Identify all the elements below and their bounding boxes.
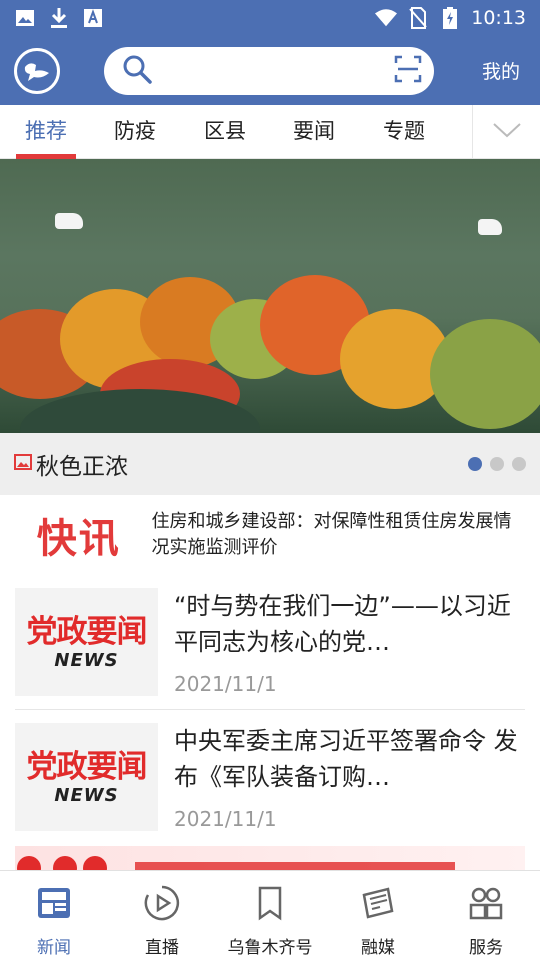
battery-charging-icon bbox=[439, 7, 461, 29]
tab-headlines[interactable]: 要闻 bbox=[284, 105, 344, 159]
news-body: 中央军委主席习近平签署命令 发布《军队装备订购… 2021/11/1 bbox=[174, 723, 524, 831]
nav-services[interactable]: 服务 bbox=[432, 871, 540, 960]
banner-caption-bar[interactable]: 秋色正浓 bbox=[0, 433, 540, 495]
divider bbox=[15, 709, 525, 710]
nav-label: 新闻 bbox=[37, 938, 71, 958]
clock: 10:13 bbox=[471, 7, 526, 29]
nav-label: 乌鲁木齐号 bbox=[227, 938, 313, 958]
list-item[interactable]: 党政要闻 NEWS “时与势在我们一边”——以习近平同志为核心的党… 2021/… bbox=[15, 588, 525, 710]
news-thumbnail: 党政要闻 NEWS bbox=[15, 723, 158, 831]
tab-recommend[interactable]: 推荐 bbox=[16, 105, 76, 159]
image-icon bbox=[14, 7, 36, 29]
thumbnail-sub: NEWS bbox=[54, 784, 119, 806]
tab-districts[interactable]: 区县 bbox=[195, 105, 255, 159]
thumbnail-sub: NEWS bbox=[54, 649, 119, 671]
newspaper-icon bbox=[36, 885, 72, 925]
nav-news[interactable]: 新闻 bbox=[0, 871, 108, 960]
app-header: 我的 bbox=[0, 36, 540, 105]
news-body: “时与势在我们一边”——以习近平同志为核心的党… 2021/11/1 bbox=[174, 588, 524, 696]
tab-topics[interactable]: 专题 bbox=[374, 105, 434, 159]
font-a-icon bbox=[82, 7, 104, 29]
scan-icon[interactable] bbox=[394, 55, 422, 87]
status-bar: 10:13 bbox=[0, 0, 540, 36]
app-logo-icon[interactable] bbox=[14, 47, 60, 94]
news-title[interactable]: 中央军委主席习近平签署命令 发布《军队装备订购… bbox=[174, 723, 524, 795]
people-icon bbox=[468, 885, 504, 925]
bottom-navigation: 新闻 直播 乌鲁木齐号 融媒 服务 bbox=[0, 870, 540, 960]
boat-shape bbox=[478, 219, 502, 235]
news-title[interactable]: “时与势在我们一边”——以习近平同志为核心的党… bbox=[174, 588, 524, 660]
no-sim-icon bbox=[407, 7, 429, 29]
thumbnail-title: 党政要闻 bbox=[26, 613, 148, 650]
flash-tag: 快讯 bbox=[36, 516, 121, 562]
carousel-dot[interactable] bbox=[512, 457, 526, 471]
nav-label: 服务 bbox=[469, 938, 503, 958]
thumbnail-title: 党政要闻 bbox=[26, 748, 148, 785]
download-icon bbox=[48, 7, 70, 29]
tree-shape bbox=[430, 319, 540, 429]
list-item[interactable]: 党政要闻 NEWS 中央军委主席习近平签署命令 发布《军队装备订购… 2021/… bbox=[15, 723, 525, 845]
search-bar[interactable] bbox=[104, 46, 434, 95]
nav-media[interactable]: 融媒 bbox=[324, 871, 432, 960]
bookmark-icon bbox=[252, 885, 288, 925]
wifi-icon bbox=[375, 7, 398, 29]
flash-headline[interactable]: 住房和城乡建设部：对保障性租赁住房发展情况实施监测评价 bbox=[152, 509, 523, 561]
promo-banner[interactable] bbox=[15, 846, 525, 870]
nav-urumqi-account[interactable]: 乌鲁木齐号 bbox=[216, 871, 324, 960]
banner-image[interactable] bbox=[0, 159, 540, 433]
nav-label: 融媒 bbox=[361, 938, 395, 958]
app-screen: 10:13 我的 推荐 防疫 区县 要闻 专题 秋色正浓 快讯 住房和城乡建设部… bbox=[0, 0, 540, 960]
news-date: 2021/11/1 bbox=[174, 672, 277, 696]
boat-shape bbox=[55, 213, 83, 229]
carousel-dot[interactable] bbox=[490, 457, 504, 471]
nav-label: 直播 bbox=[145, 938, 179, 958]
mine-button[interactable]: 我的 bbox=[482, 57, 526, 84]
news-paper-stack-icon bbox=[360, 885, 396, 925]
banner-caption: 秋色正浓 bbox=[36, 454, 128, 480]
tabs-more-button[interactable] bbox=[472, 105, 540, 159]
search-input[interactable] bbox=[162, 55, 394, 86]
news-date: 2021/11/1 bbox=[174, 807, 277, 831]
search-icon[interactable] bbox=[122, 54, 152, 88]
chevron-down-icon bbox=[492, 121, 522, 143]
play-circle-icon bbox=[144, 885, 180, 925]
nav-live[interactable]: 直播 bbox=[108, 871, 216, 960]
news-thumbnail: 党政要闻 NEWS bbox=[15, 588, 158, 696]
category-tabs: 推荐 防疫 区县 要闻 专题 bbox=[0, 105, 540, 159]
flash-news[interactable]: 快讯 住房和城乡建设部：对保障性租赁住房发展情况实施监测评价 bbox=[0, 495, 540, 575]
picture-icon bbox=[14, 454, 32, 474]
carousel-dots bbox=[468, 457, 526, 471]
tab-epidemic[interactable]: 防疫 bbox=[105, 105, 165, 159]
carousel-dot[interactable] bbox=[468, 457, 482, 471]
